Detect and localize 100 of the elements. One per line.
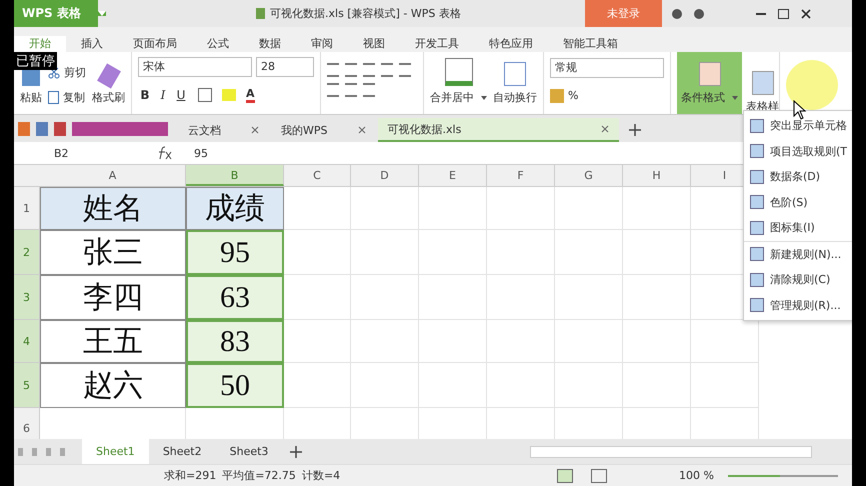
number-format-field[interactable]: 常规 bbox=[550, 58, 664, 78]
menu-tab[interactable]: 开始 bbox=[14, 36, 66, 52]
empty-cell bbox=[419, 363, 487, 408]
zoom-text: 100 % bbox=[679, 469, 714, 482]
caret-icon[interactable] bbox=[481, 96, 487, 100]
menu-item[interactable]: 新建规则(N)... bbox=[770, 246, 842, 262]
table-cell: 50 bbox=[186, 363, 284, 408]
column-header[interactable]: H bbox=[623, 165, 691, 186]
horizontal-scrollbar[interactable] bbox=[530, 446, 812, 458]
row-header[interactable]: 3 bbox=[14, 275, 40, 320]
add-tab-icon[interactable] bbox=[629, 124, 642, 136]
column-header[interactable]: G bbox=[555, 165, 623, 186]
column-header[interactable]: F bbox=[487, 165, 555, 186]
document-tab[interactable]: 可视化数据.xls bbox=[378, 118, 620, 142]
close-icon[interactable] bbox=[801, 8, 811, 18]
conditional-format-button[interactable]: 条件格式 bbox=[677, 52, 742, 114]
menu-tab[interactable]: 智能工具箱 bbox=[548, 36, 633, 52]
table-cell: 李四 bbox=[40, 275, 186, 320]
menu-tab[interactable]: 视图 bbox=[348, 36, 400, 52]
empty-cell bbox=[487, 320, 555, 363]
formula-field[interactable]: 95 bbox=[186, 146, 208, 160]
bold-button[interactable]: B bbox=[138, 88, 152, 102]
caret-icon bbox=[732, 96, 738, 100]
menu-item[interactable]: 突出显示单元格 bbox=[770, 118, 847, 134]
percent-button[interactable]: % bbox=[568, 89, 578, 102]
empty-cell bbox=[555, 320, 623, 363]
align-icon[interactable] bbox=[345, 83, 357, 97]
name-box[interactable]: B2 bbox=[14, 146, 134, 160]
add-sheet-icon[interactable] bbox=[290, 446, 302, 458]
sheet-tab[interactable]: Sheet3 bbox=[216, 439, 282, 464]
wrap-text-button[interactable]: 自动换行 bbox=[493, 90, 537, 105]
menu-tab[interactable]: 特色应用 bbox=[474, 36, 548, 52]
quick-access-icon[interactable] bbox=[18, 122, 168, 136]
format-painter-button[interactable]: 格式刷 bbox=[92, 90, 125, 105]
font-color-button[interactable]: A bbox=[246, 88, 255, 103]
paste-button[interactable]: 粘贴 bbox=[20, 90, 42, 105]
column-header[interactable]: B bbox=[186, 165, 284, 186]
align-icon[interactable] bbox=[363, 63, 375, 77]
row-header[interactable]: 6 bbox=[14, 408, 40, 439]
italic-button[interactable]: I bbox=[156, 88, 170, 102]
menu-tab[interactable]: 插入 bbox=[66, 36, 118, 52]
menu-tab[interactable]: 页面布局 bbox=[118, 36, 192, 52]
menu-item[interactable]: 数据条(D) bbox=[770, 169, 820, 184]
empty-cell bbox=[351, 187, 419, 230]
table-cell: 成绩 bbox=[186, 187, 284, 230]
cut-button[interactable]: 剪切 bbox=[64, 65, 86, 80]
sheet-tab[interactable]: Sheet2 bbox=[148, 439, 216, 464]
menu-tab[interactable]: 审阅 bbox=[296, 36, 348, 52]
table-cell: 王五 bbox=[40, 320, 186, 363]
minimize-icon[interactable] bbox=[756, 12, 766, 14]
paused-toast: 已暂停 bbox=[14, 52, 57, 70]
copy-icon bbox=[48, 91, 59, 104]
page-view-icon[interactable] bbox=[591, 468, 608, 482]
column-header[interactable]: D bbox=[351, 165, 419, 186]
fill-color-icon[interactable] bbox=[222, 89, 236, 102]
row-header[interactable]: 4 bbox=[14, 320, 40, 363]
copy-button[interactable]: 复制 bbox=[63, 90, 85, 105]
font-size-field[interactable]: 28 bbox=[256, 57, 314, 78]
document-tab[interactable]: 云文档 bbox=[178, 118, 269, 142]
align-icon[interactable] bbox=[345, 63, 357, 77]
row-header[interactable]: 5 bbox=[14, 363, 40, 408]
table-cell: 赵六 bbox=[40, 363, 186, 408]
underline-button[interactable]: U bbox=[174, 88, 188, 102]
cursor-highlight bbox=[786, 60, 838, 110]
document-tab[interactable]: 我的WPS bbox=[271, 118, 376, 142]
file-icon bbox=[256, 8, 265, 19]
empty-cell bbox=[487, 230, 555, 275]
menu-tab[interactable]: 公式 bbox=[192, 36, 244, 52]
font-name-field[interactable]: 宋体 bbox=[138, 57, 252, 78]
close-icon[interactable] bbox=[358, 126, 366, 134]
align-icon[interactable] bbox=[381, 63, 393, 77]
empty-cell bbox=[351, 363, 419, 408]
menu-tab[interactable]: 数据 bbox=[244, 36, 296, 52]
normal-view-icon[interactable] bbox=[557, 468, 574, 482]
menu-item[interactable]: 项目选取规则(T bbox=[770, 144, 848, 159]
merge-center-button[interactable]: 合并居中 bbox=[430, 90, 474, 105]
row-header[interactable]: 2 bbox=[14, 230, 40, 275]
empty-cell bbox=[555, 363, 623, 408]
align-icon[interactable] bbox=[327, 63, 339, 77]
function-icon[interactable] bbox=[156, 146, 172, 160]
align-icon[interactable] bbox=[327, 83, 339, 97]
maximize-icon[interactable] bbox=[778, 8, 789, 18]
menu-item[interactable]: 色阶(S) bbox=[770, 194, 808, 210]
column-header[interactable]: C bbox=[284, 165, 351, 186]
border-icon[interactable] bbox=[198, 88, 212, 102]
menu-item[interactable]: 管理规则(R)... bbox=[770, 298, 841, 313]
column-header[interactable]: E bbox=[419, 165, 487, 186]
menu-tab[interactable]: 开发工具 bbox=[400, 36, 474, 52]
table-cell: 83 bbox=[186, 320, 284, 363]
sheet-tab[interactable]: Sheet1 bbox=[82, 439, 149, 464]
empty-cell bbox=[555, 275, 623, 320]
empty-cell bbox=[555, 230, 623, 275]
menu-item[interactable]: 清除规则(C) bbox=[770, 272, 830, 288]
align-icon[interactable] bbox=[363, 83, 375, 97]
close-icon[interactable] bbox=[251, 126, 259, 134]
row-header[interactable]: 1 bbox=[14, 187, 40, 230]
align-icon[interactable] bbox=[399, 63, 411, 77]
menu-item[interactable]: 图标集(I) bbox=[770, 220, 815, 236]
status-text: 求和=291 bbox=[164, 468, 216, 483]
close-icon[interactable] bbox=[601, 125, 610, 133]
